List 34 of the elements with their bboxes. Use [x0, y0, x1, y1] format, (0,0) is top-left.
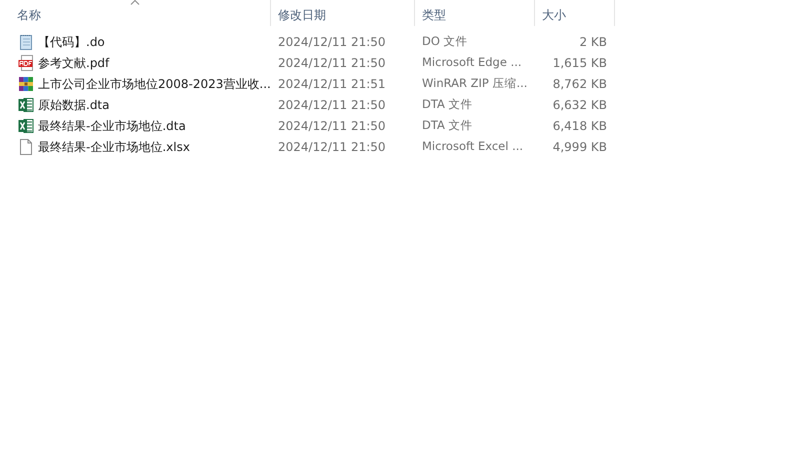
modified-date: 2024/12/11 21:50 — [277, 138, 387, 156]
file-type: Microsoft Excel ... — [421, 138, 524, 155]
file-size: 1,615 KB — [552, 54, 608, 72]
text-file-icon — [18, 34, 34, 50]
spreadsheet-icon — [18, 96, 34, 112]
file-size: 4,999 KB — [552, 138, 608, 156]
file-name[interactable]: 【代码】.do — [38, 32, 105, 50]
file-type: DO 文件 — [421, 32, 469, 50]
column-header[interactable]: 名称 — [0, 0, 271, 26]
file-name[interactable]: 上市公司企业市场地位2008-2023营业收... — [38, 74, 271, 92]
modified-date: 2024/12/11 21:50 — [277, 34, 387, 50]
file-type: WinRAR ZIP 压缩... — [421, 74, 528, 92]
file-name[interactable]: 原始数据.dta — [38, 96, 110, 114]
modified-date: 2024/12/11 21:50 — [277, 118, 387, 134]
file-size: 6,418 KB — [552, 118, 608, 134]
file-size: 8,762 KB — [552, 76, 608, 92]
modified-date: 2024/12/11 21:50 — [277, 54, 387, 72]
blank-file-icon — [18, 138, 34, 154]
archive-icon — [18, 76, 34, 92]
column-header[interactable]: 大小 — [535, 0, 615, 26]
pdf-file-icon — [18, 54, 34, 70]
file-name[interactable]: 参考文献.pdf — [38, 54, 110, 72]
spreadsheet-icon — [18, 118, 34, 134]
file-type: DTA 文件 — [421, 116, 474, 134]
column-header[interactable]: 类型 — [415, 0, 535, 26]
file-name[interactable]: 最终结果-企业市场地位.dta — [38, 116, 186, 134]
file-type: Microsoft Edge ... — [421, 54, 523, 71]
column-header[interactable]: 修改日期 — [271, 0, 415, 26]
file-size: 2 KB — [578, 34, 608, 50]
file-size: 6,632 KB — [552, 96, 608, 114]
file-type: DTA 文件 — [421, 96, 474, 113]
file-name[interactable]: 最终结果-企业市场地位.xlsx — [38, 138, 190, 156]
modified-date: 2024/12/11 21:51 — [277, 76, 387, 92]
modified-date: 2024/12/11 21:50 — [277, 96, 387, 114]
